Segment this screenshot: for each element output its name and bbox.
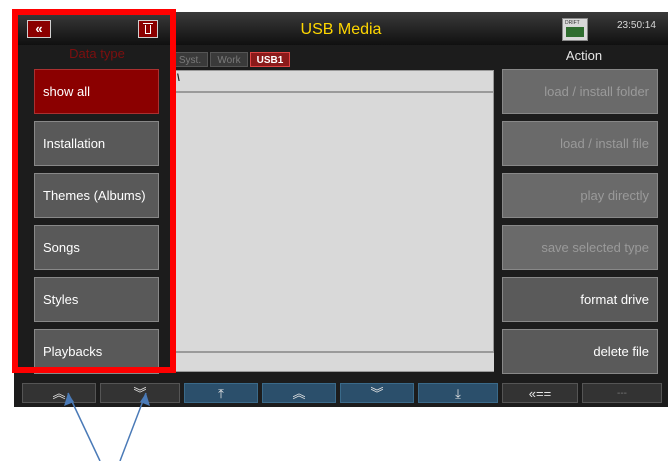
annotation-arrow-right	[119, 392, 147, 461]
annotation-arrow-left	[67, 392, 101, 461]
annotation-arrows	[64, 392, 150, 461]
